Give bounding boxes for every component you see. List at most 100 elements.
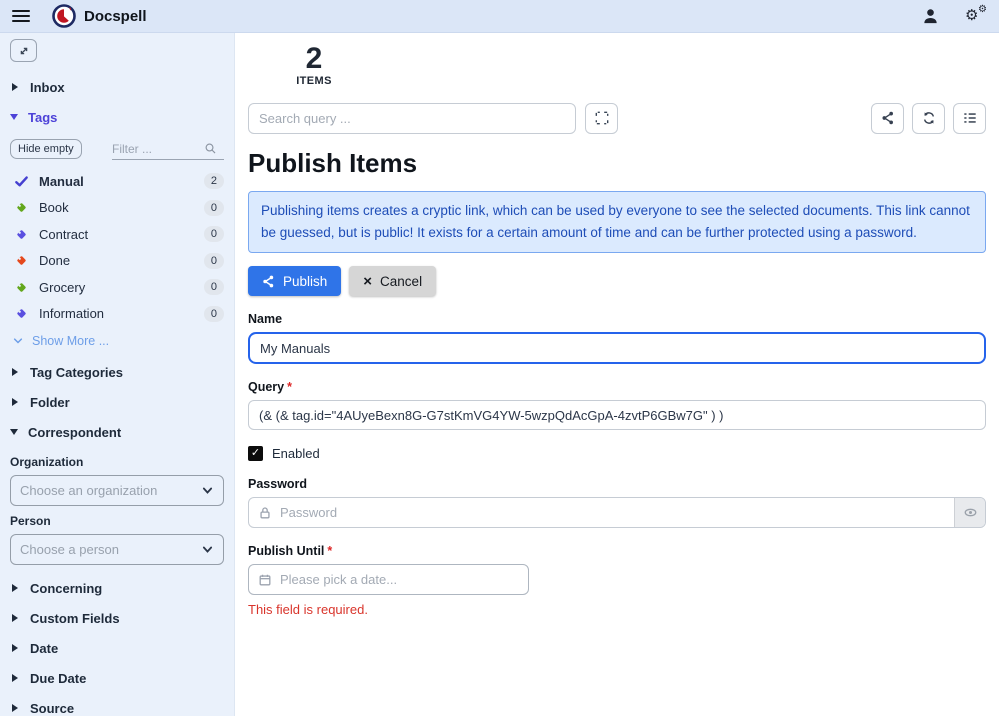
checkbox-checked-icon[interactable]: ✓ bbox=[248, 446, 263, 461]
items-count-label: ITEMS bbox=[276, 75, 352, 87]
docspell-logo-icon bbox=[52, 4, 76, 28]
enabled-checkbox-row[interactable]: ✓ Enabled bbox=[248, 446, 986, 461]
publish-button-label: Publish bbox=[283, 274, 327, 289]
enabled-label: Enabled bbox=[272, 446, 320, 461]
password-field-group bbox=[248, 497, 986, 528]
check-icon bbox=[14, 174, 29, 189]
sidebar-item-label: Inbox bbox=[30, 80, 65, 95]
sidebar-item-concerning[interactable]: Concerning bbox=[10, 573, 224, 603]
person-placeholder: Choose a person bbox=[20, 542, 201, 557]
toggle-password-visibility-button[interactable] bbox=[954, 498, 985, 527]
organization-select[interactable]: Choose an organization bbox=[10, 475, 224, 506]
hamburger-menu-icon[interactable] bbox=[12, 10, 30, 23]
collapse-sidebar-button[interactable] bbox=[10, 39, 37, 62]
tag-icon bbox=[14, 280, 29, 295]
caret-right-icon bbox=[12, 368, 18, 376]
tag-filter bbox=[112, 138, 224, 160]
sidebar-item-folder[interactable]: Folder bbox=[10, 387, 224, 417]
share-icon bbox=[262, 275, 275, 288]
sidebar-item-label: Tag Categories bbox=[30, 365, 123, 380]
tag-filter-input[interactable] bbox=[112, 142, 204, 156]
tag-count-badge: 0 bbox=[204, 279, 224, 295]
share-view-button[interactable] bbox=[871, 103, 904, 134]
sidebar-item-source[interactable]: Source bbox=[10, 693, 224, 716]
publish-until-label-text: Publish Until bbox=[248, 544, 324, 558]
password-label: Password bbox=[248, 477, 986, 491]
caret-right-icon bbox=[12, 83, 18, 91]
organization-placeholder: Choose an organization bbox=[20, 483, 201, 498]
sidebar-item-custom-fields[interactable]: Custom Fields bbox=[10, 603, 224, 633]
sidebar-item-tags[interactable]: Tags bbox=[10, 102, 224, 132]
show-more-link[interactable]: Show More ... bbox=[12, 329, 224, 353]
lock-icon bbox=[249, 498, 272, 527]
tag-label: Book bbox=[39, 200, 69, 215]
password-input[interactable] bbox=[272, 498, 954, 527]
view-options-button[interactable] bbox=[953, 103, 986, 134]
hide-empty-button[interactable]: Hide empty bbox=[10, 139, 82, 159]
tag-count-badge: 0 bbox=[204, 226, 224, 242]
tag-item-done[interactable]: Done 0 bbox=[10, 248, 224, 275]
cancel-button[interactable]: × Cancel bbox=[349, 266, 436, 296]
tag-count-badge: 0 bbox=[204, 200, 224, 216]
sidebar-item-date[interactable]: Date bbox=[10, 633, 224, 663]
sidebar-item-tag-categories[interactable]: Tag Categories bbox=[10, 357, 224, 387]
tag-item-grocery[interactable]: Grocery 0 bbox=[10, 274, 224, 301]
sidebar-item-label: Date bbox=[30, 641, 58, 656]
required-asterisk: * bbox=[327, 544, 332, 558]
chevron-down-icon bbox=[201, 484, 214, 497]
page-title: Publish Items bbox=[248, 148, 986, 179]
caret-right-icon bbox=[12, 584, 18, 592]
sidebar: Inbox Tags Hide empty Manual 2 bbox=[0, 33, 235, 716]
tag-item-information[interactable]: Information 0 bbox=[10, 301, 224, 328]
name-label: Name bbox=[248, 312, 986, 326]
sidebar-item-due-date[interactable]: Due Date bbox=[10, 663, 224, 693]
sidebar-item-label: Custom Fields bbox=[30, 611, 120, 626]
calendar-icon bbox=[258, 573, 272, 587]
settings-button[interactable]: ⚙ ⚙ bbox=[965, 7, 987, 25]
cancel-button-label: Cancel bbox=[380, 274, 422, 289]
sidebar-item-label: Tags bbox=[28, 110, 57, 125]
person-label: Person bbox=[10, 514, 224, 528]
tag-item-manual[interactable]: Manual 2 bbox=[10, 168, 224, 195]
query-label-text: Query bbox=[248, 380, 284, 394]
tag-label: Grocery bbox=[39, 280, 85, 295]
query-label: Query* bbox=[248, 380, 986, 394]
share-icon bbox=[881, 111, 895, 125]
eye-icon bbox=[963, 505, 978, 520]
search-input[interactable] bbox=[248, 103, 576, 134]
tag-icon bbox=[14, 253, 29, 268]
expand-search-button[interactable] bbox=[585, 103, 618, 134]
show-more-label: Show More ... bbox=[32, 334, 109, 348]
caret-right-icon bbox=[12, 644, 18, 652]
tag-label: Manual bbox=[39, 174, 84, 189]
sidebar-item-inbox[interactable]: Inbox bbox=[10, 72, 224, 102]
main-content: 2 ITEMS bbox=[235, 33, 999, 716]
person-select[interactable]: Choose a person bbox=[10, 534, 224, 565]
tag-count-badge: 2 bbox=[204, 173, 224, 189]
publish-until-label: Publish Until* bbox=[248, 544, 986, 558]
sidebar-item-label: Due Date bbox=[30, 671, 86, 686]
sidebar-item-label: Concerning bbox=[30, 581, 102, 596]
tag-count-badge: 0 bbox=[204, 253, 224, 269]
tag-item-book[interactable]: Book 0 bbox=[10, 195, 224, 222]
user-icon bbox=[922, 8, 939, 25]
caret-right-icon bbox=[12, 614, 18, 622]
tags-controls: Hide empty bbox=[10, 134, 224, 164]
name-input[interactable] bbox=[248, 332, 986, 364]
refresh-button[interactable] bbox=[912, 103, 945, 134]
chevron-down-icon bbox=[201, 543, 214, 556]
search-icon bbox=[204, 142, 217, 155]
publish-until-input[interactable] bbox=[272, 572, 528, 587]
user-account-button[interactable] bbox=[922, 8, 939, 25]
tag-count-badge: 0 bbox=[204, 306, 224, 322]
sidebar-item-correspondent[interactable]: Correspondent bbox=[10, 417, 224, 447]
list-icon bbox=[963, 111, 977, 125]
organization-label: Organization bbox=[10, 455, 224, 469]
query-input[interactable] bbox=[248, 400, 986, 430]
caret-down-icon bbox=[10, 114, 18, 120]
tag-icon bbox=[14, 227, 29, 242]
date-field-group bbox=[248, 564, 529, 595]
required-asterisk: * bbox=[287, 380, 292, 394]
tag-item-contract[interactable]: Contract 0 bbox=[10, 221, 224, 248]
publish-button[interactable]: Publish bbox=[248, 266, 341, 296]
